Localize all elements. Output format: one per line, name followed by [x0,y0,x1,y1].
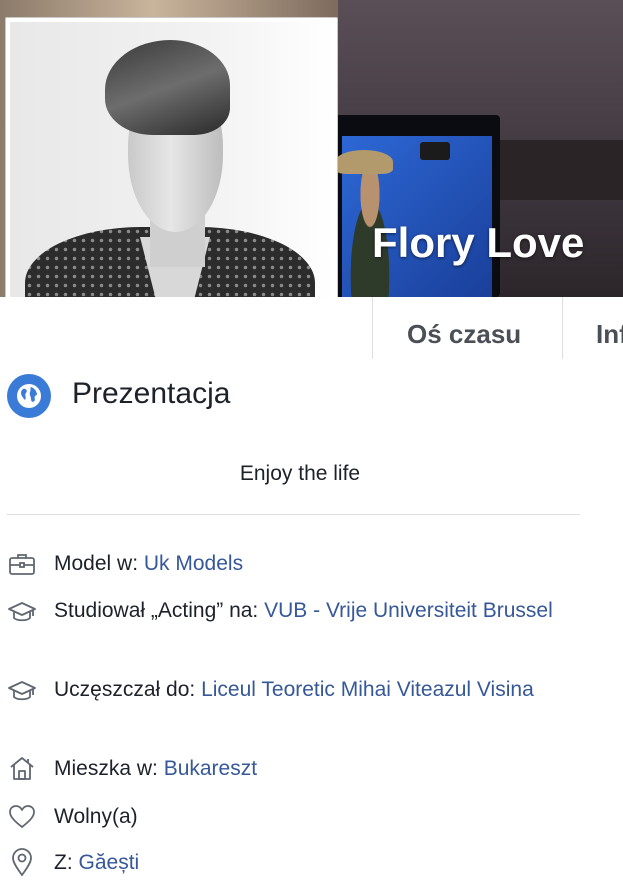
house-icon [7,753,37,783]
intro-divider [7,514,580,515]
profile-name[interactable]: Flory Love [372,219,584,267]
graduation-cap-icon [7,597,37,627]
detail-relationship-text: Wolny(a) [54,805,138,828]
tab-timeline[interactable]: Oś czasu [407,319,521,350]
globe-icon [7,374,51,418]
graduation-cap-icon [7,676,37,706]
detail-from-text: Z: Găești [54,847,574,879]
profile-picture[interactable] [10,22,333,344]
location-pin-icon [7,847,37,877]
detail-school-link[interactable]: Liceul Teoretic Mihai Viteazul Visina [201,678,534,701]
profile-tab-bar [0,297,623,359]
detail-school-label: Uczęszczał do: [54,678,202,701]
detail-work-label: Model w: [54,552,144,575]
detail-lives-text: Mieszka w: Bukareszt [54,753,574,785]
cover-hat [335,150,393,174]
detail-lives-label: Mieszka w: [54,757,164,780]
detail-study-label: Studiował „Acting” na: [54,599,265,622]
detail-study-link[interactable]: VUB - Vrije Universiteit Brussel [264,599,553,622]
profile-picture-hair [105,40,230,135]
briefcase-icon [7,549,37,579]
detail-from-link[interactable]: Găești [79,851,140,874]
heart-icon [7,802,37,832]
cover-webcam [420,142,450,160]
intro-title: Prezentacja [72,377,231,410]
cover-shelf [500,140,623,200]
detail-study-text: Studiował „Acting” na: VUB - Vrije Unive… [54,595,574,627]
tab-divider [562,297,563,359]
detail-from-label: Z: [54,851,79,874]
detail-school-text: Uczęszczał do: Liceul Teoretic Mihai Vit… [54,674,574,706]
tab-info[interactable]: Inf [596,319,623,350]
detail-lives-link[interactable]: Bukareszt [164,757,257,780]
detail-work-link[interactable]: Uk Models [144,552,243,575]
detail-work-text: Model w: Uk Models [54,548,574,580]
intro-bio: Enjoy the life [239,462,361,485]
tab-divider [372,297,373,359]
